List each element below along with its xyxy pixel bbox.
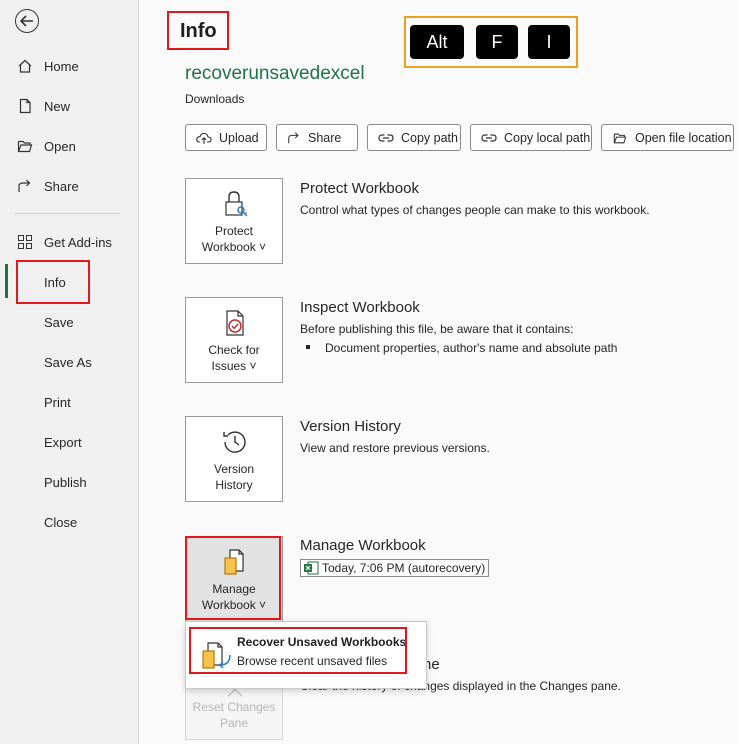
sidebar-item-save-as[interactable]: Save As (0, 342, 138, 382)
open-folder-icon (17, 140, 33, 153)
section-title-manage: Manage Workbook (300, 537, 426, 554)
manage-workbook-highlight-box (185, 536, 281, 620)
protect-workbook-button[interactable]: Protect Workbook ˅ (185, 178, 283, 264)
autorecovery-entry-label: Today, 7:06 PM (autorecovery) (322, 561, 486, 575)
share-button-label: Share (308, 130, 342, 145)
sidebar-item-label: Close (44, 515, 78, 530)
open-file-location-button[interactable]: Open file location (601, 124, 734, 151)
sidebar-item-label: Get Add-ins (44, 235, 112, 250)
tile-label-line1: Version (213, 462, 255, 476)
link-icon (378, 133, 394, 142)
sidebar-item-open[interactable]: Open (0, 126, 138, 166)
sidebar-item-label: Home (44, 59, 79, 74)
upload-button-label: Upload (219, 130, 259, 145)
excel-file-icon (304, 561, 319, 575)
tile-label-line1: Reset Changes (192, 700, 276, 714)
copy-path-button-label: Copy path (401, 130, 458, 145)
section-title-protect: Protect Workbook (300, 180, 419, 197)
lock-key-icon (225, 191, 248, 217)
key-i: I (528, 25, 570, 59)
share-icon (18, 179, 31, 192)
document-check-icon (226, 310, 244, 336)
share-button[interactable]: Share (276, 124, 358, 151)
file-location: Downloads (185, 92, 245, 106)
key-f: F (476, 25, 518, 59)
link-icon (481, 133, 497, 142)
sidebar-item-publish[interactable]: Publish (0, 462, 138, 502)
sidebar-item-new[interactable]: New (0, 86, 138, 126)
tile-label-line1: Protect (214, 224, 253, 238)
sidebar-item-save[interactable]: Save (0, 302, 138, 342)
title-highlight-box (167, 11, 229, 50)
bullet-marker (306, 345, 310, 349)
copy-local-path-button[interactable]: Copy local path (470, 124, 592, 151)
sidebar-item-label: Publish (44, 475, 87, 490)
sidebar-item-label: Open (44, 139, 76, 154)
back-arrow-icon[interactable] (15, 9, 39, 33)
sidebar-item-label: Export (44, 435, 82, 450)
sidebar-divider (15, 213, 120, 214)
copy-path-button[interactable]: Copy path (367, 124, 461, 151)
new-document-icon (19, 98, 31, 114)
section-title-inspect: Inspect Workbook (300, 299, 420, 316)
section-desc-inspect: Before publishing this file, be aware th… (300, 322, 574, 336)
sidebar-item-label: Save (44, 315, 74, 330)
sidebar-item-export[interactable]: Export (0, 422, 138, 462)
sidebar-item-label: New (44, 99, 71, 114)
sidebar-item-label: Share (44, 179, 79, 194)
key-alt: Alt (410, 25, 464, 59)
tile-label-line2: Issues ˅ (211, 359, 257, 373)
check-for-issues-button[interactable]: Check for Issues ˅ (185, 297, 283, 383)
sidebar-item-get-add-ins[interactable]: Get Add-ins (0, 222, 138, 262)
section-desc-version: View and restore previous versions. (300, 441, 490, 455)
copy-local-path-button-label: Copy local path (504, 130, 591, 145)
upload-cloud-icon (196, 132, 212, 144)
autorecovery-version-entry[interactable]: Today, 7:06 PM (autorecovery) (300, 559, 490, 577)
backstage-sidebar: Home New Open Share Get Add-ins Info Sav… (0, 0, 139, 744)
tile-label-line1: Check for (208, 343, 260, 357)
home-icon (18, 59, 32, 73)
tile-label-line2: Pane (219, 716, 249, 730)
clock-history-icon (223, 431, 246, 453)
section-desc-protect: Control what types of changes people can… (300, 203, 650, 217)
file-name: recoverunsavedexcel (185, 63, 365, 84)
open-folder-icon (613, 133, 627, 143)
sidebar-item-label: Print (44, 395, 71, 410)
tile-label-line2: Workbook ˅ (201, 240, 267, 254)
sidebar-item-share[interactable]: Share (0, 166, 138, 206)
sidebar-item-print[interactable]: Print (0, 382, 138, 422)
upload-button[interactable]: Upload (185, 124, 267, 151)
add-ins-grid-icon (18, 235, 32, 249)
recover-item-highlight-box (189, 627, 407, 674)
open-file-location-button-label: Open file location (635, 130, 732, 145)
section-title-version: Version History (300, 418, 401, 435)
sidebar-item-home[interactable]: Home (0, 46, 138, 86)
share-icon (288, 131, 299, 143)
version-history-button[interactable]: Version History (185, 416, 283, 502)
sidebar-item-label: Save As (44, 355, 92, 370)
tile-label-line2: History (215, 478, 253, 492)
sidebar-item-close[interactable]: Close (0, 502, 138, 542)
info-highlight-box (16, 260, 90, 304)
inspect-bullet-item: Document properties, author's name and a… (325, 341, 618, 355)
